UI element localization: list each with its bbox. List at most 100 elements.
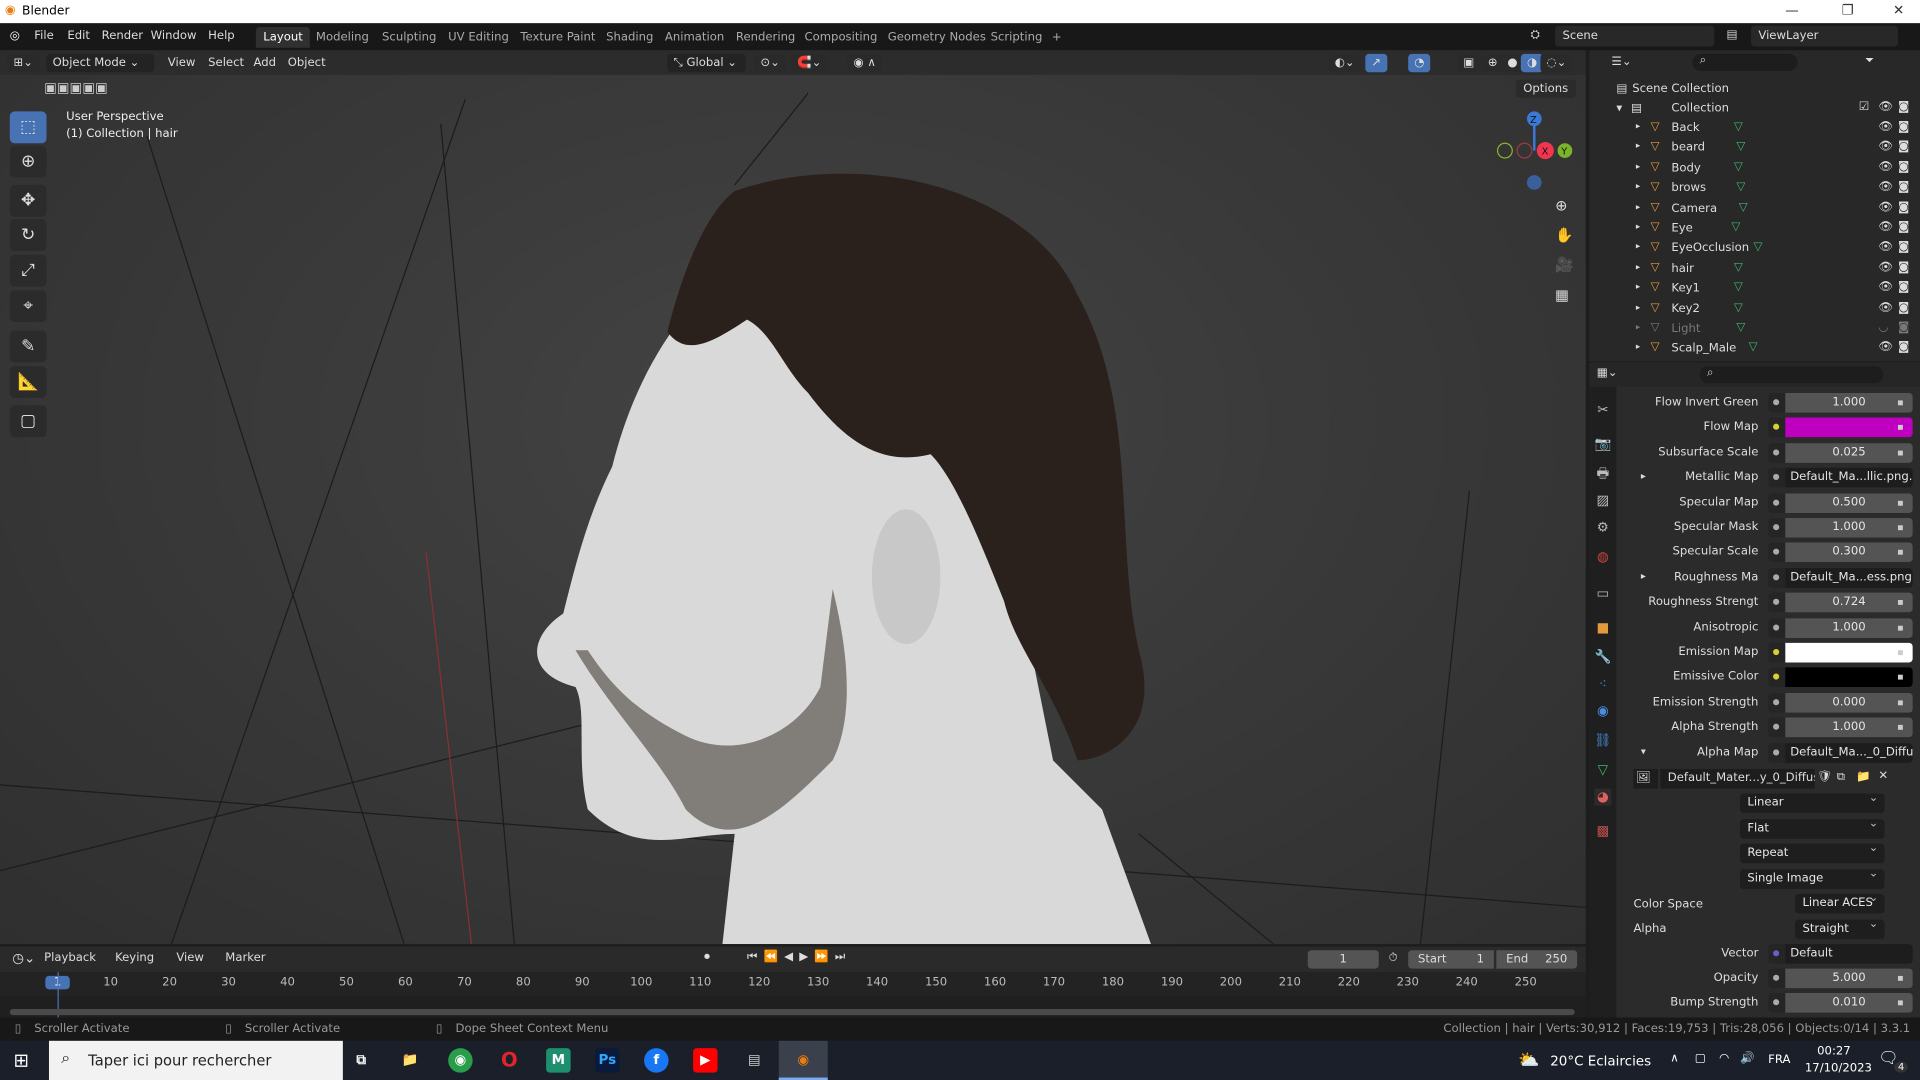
snap-icon[interactable]: 🧲⌄ — [791, 53, 828, 73]
properties-editor-icon[interactable]: ▦⌄ — [1597, 366, 1618, 379]
keyframe-dot-icon[interactable] — [1897, 425, 1903, 431]
color-space-dropdown[interactable]: Linear ACES — [1795, 891, 1885, 914]
camera-render-icon[interactable]: ◙ — [1898, 140, 1909, 153]
property-field[interactable]: 0.025 — [1785, 443, 1913, 463]
expand-arrow-icon[interactable]: ▸ — [1636, 322, 1640, 332]
tab-shading[interactable]: Shading — [599, 27, 661, 48]
tab-uv-editing[interactable]: UV Editing — [441, 27, 516, 48]
camera-render-icon[interactable]: ◙ — [1898, 220, 1909, 233]
collection-tab-icon[interactable]: ▭ — [1594, 585, 1611, 602]
property-field[interactable]: 0.000 — [1785, 692, 1913, 713]
bump-strength-field[interactable]: 0.010 — [1785, 993, 1913, 1013]
opera-icon[interactable]: O — [497, 1048, 521, 1072]
eye-icon[interactable]: 👁 — [1878, 240, 1893, 253]
editor-type-button[interactable]: ⊞⌄ — [7, 53, 40, 73]
menu-edit[interactable]: Edit — [67, 29, 90, 42]
expand-arrow-icon[interactable]: ▾ — [1616, 102, 1622, 115]
wifi-icon[interactable]: ◠ — [1719, 1052, 1729, 1065]
socket-dot-icon[interactable] — [1768, 993, 1786, 1013]
expand-arrow-icon[interactable]: ▸ — [1636, 302, 1640, 312]
constraints-tab-icon[interactable]: ⛓ — [1594, 732, 1611, 749]
eye-icon[interactable]: 👁 — [1878, 281, 1893, 294]
property-field[interactable]: 0.724 — [1785, 592, 1913, 613]
select-mode-icons[interactable]: ▣▣▣▣▣ — [44, 80, 108, 96]
file-explorer-icon[interactable]: 📁 — [398, 1048, 422, 1072]
expand-arrow-icon[interactable]: ▸ — [1636, 262, 1640, 272]
stopwatch-icon[interactable]: ⏱ — [1389, 951, 1398, 964]
start-frame-field[interactable]: Start 1 — [1408, 950, 1494, 969]
expand-arrow-icon[interactable]: ▸ — [1636, 202, 1640, 212]
socket-dot-icon[interactable] — [1768, 617, 1786, 638]
scale-tool-icon[interactable]: ⤢ — [9, 254, 47, 287]
camera-render-icon[interactable]: ◙ — [1898, 160, 1909, 173]
expand-arrow-icon[interactable]: ▸ — [1641, 570, 1646, 581]
mode-dropdown[interactable]: Object Mode ⌄ — [46, 53, 155, 73]
fake-user-shield-icon[interactable]: 🛡 — [1817, 770, 1832, 783]
color-swatch[interactable] — [1785, 418, 1913, 438]
measure-tool-icon[interactable]: 📐 — [9, 366, 47, 398]
property-field[interactable]: Default_Ma...llic.png.001 — [1785, 467, 1913, 488]
keyframe-dot-icon[interactable] — [1897, 1000, 1903, 1006]
options-button[interactable]: Options — [1515, 79, 1576, 98]
modifier-tab-icon[interactable]: 🔧 — [1594, 649, 1611, 666]
property-field[interactable]: 1.000 — [1785, 617, 1913, 638]
timeline-editor-icon[interactable]: ◷⌄ — [12, 950, 35, 966]
socket-dot-icon[interactable] — [1768, 944, 1786, 964]
scene-collection-row[interactable]: ▤ Scene Collection — [1589, 80, 1920, 100]
eye-icon[interactable]: 👁 — [1878, 180, 1893, 193]
annotate-tool-icon[interactable]: ✎ — [9, 330, 47, 363]
expand-arrow-icon[interactable]: ▸ — [1636, 181, 1640, 191]
facebook-icon[interactable]: f — [644, 1048, 669, 1073]
vector-field[interactable]: Default — [1785, 944, 1913, 964]
socket-dot-icon[interactable] — [1768, 542, 1786, 563]
outliner-item[interactable]: ▸ ▽ Key1 ▽ 👁 ◙ — [1589, 279, 1920, 299]
expand-arrow-icon[interactable]: ▸ — [1636, 121, 1640, 131]
socket-dot-icon[interactable] — [1768, 517, 1786, 538]
3d-viewport[interactable]: Z X Y User Perspective (1) Collection | … — [0, 74, 1586, 945]
camera-render-icon[interactable]: ◙ — [1898, 301, 1909, 314]
socket-dot-icon[interactable] — [1768, 667, 1786, 688]
record-button[interactable]: ⏺ — [704, 950, 710, 963]
source-dropdown[interactable]: Single Image — [1740, 867, 1885, 889]
keyframe-dot-icon[interactable] — [1897, 450, 1903, 456]
m-app-icon[interactable]: M — [546, 1048, 571, 1073]
eye-icon[interactable]: 👁 — [1878, 120, 1893, 133]
menu-render[interactable]: Render — [102, 29, 143, 42]
viewport-menu-view[interactable]: View — [162, 54, 202, 72]
tab-geometry-nodes[interactable]: Geometry Nodes — [880, 27, 993, 48]
move-tool-icon[interactable]: ✥ — [9, 184, 47, 217]
property-field[interactable]: Default_Ma...ess.png.001 — [1785, 567, 1913, 588]
property-field[interactable]: 1.000 — [1785, 517, 1913, 538]
outliner-item[interactable]: ▸ ▽ Camera ▽ 👁 ◙ — [1589, 199, 1920, 219]
outliner-item[interactable]: ▸ ▽ EyeOcclusion ▽ 👁 ◙ — [1589, 239, 1920, 259]
image-browse-icon[interactable]: 🖼 — [1633, 768, 1658, 789]
camera-render-icon[interactable]: ◙ — [1898, 341, 1909, 354]
youtube-icon[interactable]: ▶ — [693, 1048, 718, 1073]
timeline-menu-view[interactable]: View — [176, 951, 204, 964]
property-field[interactable]: 1.000 — [1785, 717, 1913, 738]
socket-dot-icon[interactable] — [1768, 418, 1786, 438]
visibility-icon[interactable]: ◐⌄ — [1328, 53, 1361, 73]
camera-render-icon[interactable]: ◙ — [1898, 281, 1909, 294]
camera-render-icon[interactable]: ◙ — [1898, 240, 1909, 253]
camera-render-icon[interactable]: ◙ — [1898, 261, 1909, 274]
interpolation-dropdown[interactable]: Linear — [1740, 791, 1885, 814]
overlay-toggle-icon[interactable]: ◔ — [1408, 53, 1431, 73]
clock-time[interactable]: 00:27 — [1817, 1044, 1851, 1057]
keyframe-dot-icon[interactable] — [1897, 600, 1903, 606]
keyframe-dot-icon[interactable] — [1897, 550, 1903, 556]
socket-dot-icon[interactable] — [1768, 393, 1786, 413]
socket-dot-icon[interactable] — [1768, 717, 1786, 738]
outliner-item[interactable]: ▸ ▽ Key2 ▽ 👁 ◙ — [1589, 300, 1920, 320]
socket-dot-icon[interactable] — [1768, 692, 1786, 713]
socket-dot-icon[interactable] — [1768, 492, 1786, 513]
eye-icon[interactable]: 👁 — [1878, 160, 1893, 173]
outliner-editor-icon[interactable]: ☰⌄ — [1611, 55, 1631, 68]
expand-arrow-icon[interactable]: ▸ — [1636, 282, 1640, 292]
tab-sculpting[interactable]: Sculpting — [375, 27, 444, 48]
minimize-button[interactable]: — — [1785, 2, 1798, 18]
orientation-dropdown[interactable]: ⤡ Global ⌄ — [667, 53, 746, 73]
open-folder-icon[interactable]: 📁 — [1856, 770, 1871, 783]
outliner-item[interactable]: ▸ ▽ Scalp_Male ▽ 👁 ◙ — [1589, 340, 1920, 360]
viewport-menu-add[interactable]: Add — [247, 54, 282, 72]
